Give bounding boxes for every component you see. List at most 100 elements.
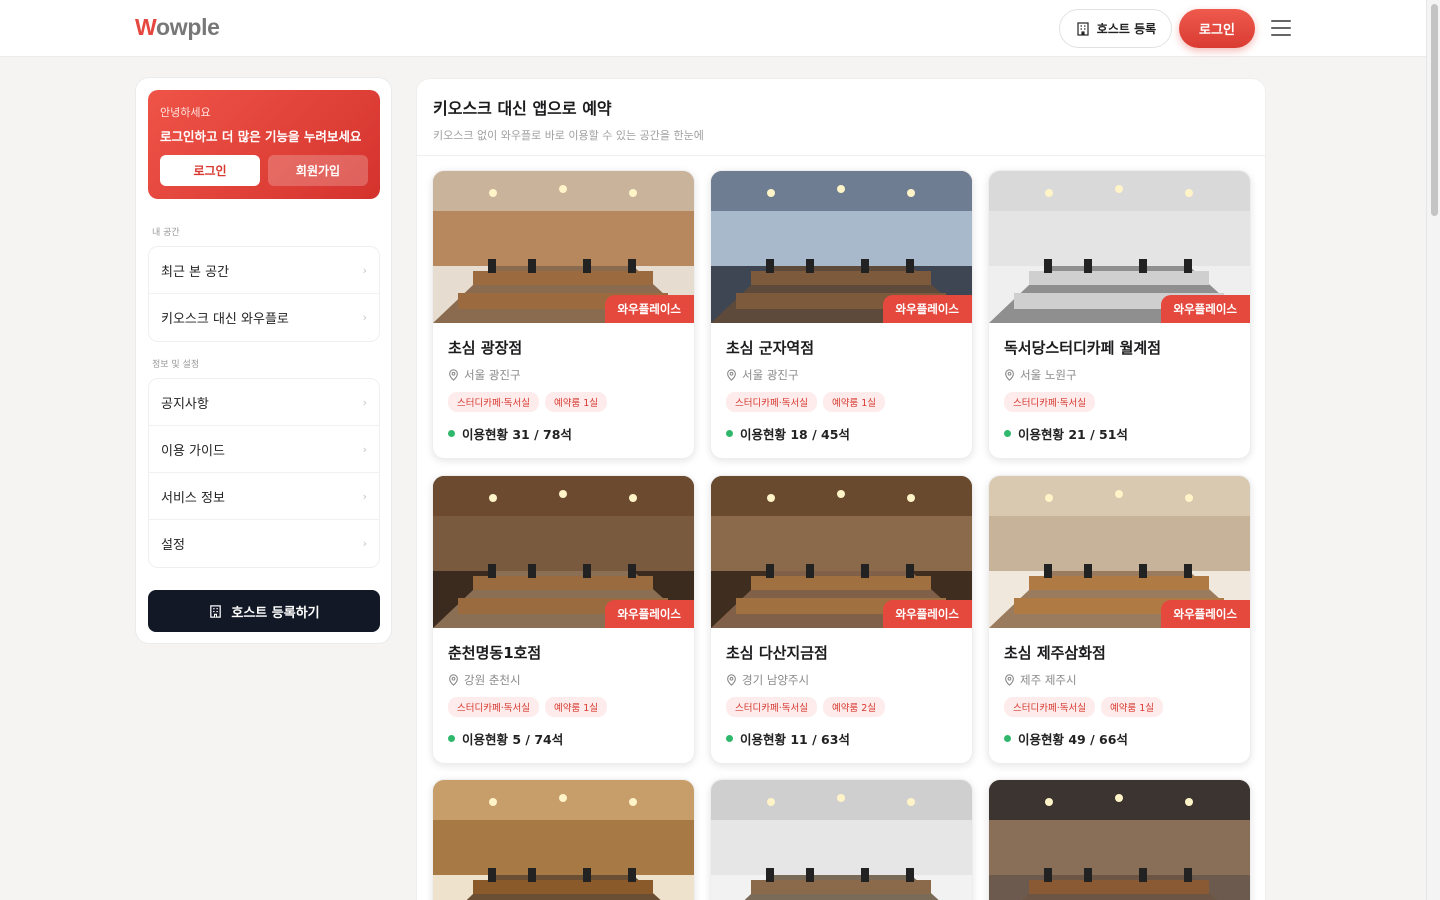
chevron-right-icon: › <box>362 489 367 503</box>
space-location: 서울 노원구 <box>1004 367 1235 383</box>
space-name: 초심 제주삼화점 <box>1004 644 1106 662</box>
page-title: 키오스크 대신 앱으로 예약 <box>433 99 612 118</box>
my-space-menu: 최근 본 공간 › 키오스크 대신 와우플로 › <box>148 246 380 342</box>
location-pin-icon <box>449 369 458 381</box>
space-photo <box>711 780 972 900</box>
space-tag: 스터디카페·독서실 <box>726 697 817 717</box>
promo-greeting: 안녕하세요 <box>160 106 211 119</box>
scroll-thumb[interactable] <box>1431 4 1438 216</box>
space-tags: 스터디카페·독서실 예약룸 1실 <box>726 392 957 412</box>
building-icon <box>1077 21 1089 36</box>
my-space-label: 내 공간 <box>152 228 180 238</box>
location-pin-icon <box>727 369 736 381</box>
space-card[interactable]: 와우플레이스 초심 다산지금점 경기 남양주시 스터디카페·독서실 예약룸 2실 … <box>710 475 973 764</box>
sidebar-item-guide[interactable]: 이용 가이드 › <box>149 426 379 473</box>
space-tags: 스터디카페·독서실 예약룸 1실 <box>448 392 679 412</box>
space-card[interactable] <box>988 779 1251 900</box>
space-location: 제주 제주시 <box>1004 672 1235 688</box>
space-photo: 와우플레이스 <box>989 476 1250 628</box>
login-button[interactable]: 로그인 <box>1179 9 1255 48</box>
status-dot-icon <box>726 735 733 742</box>
space-photo: 와우플레이스 <box>433 476 694 628</box>
sidebar-item-settings[interactable]: 설정 › <box>149 520 379 567</box>
space-name: 초심 광장점 <box>448 339 523 357</box>
chevron-right-icon: › <box>362 442 367 456</box>
space-tag: 예약룸 1실 <box>822 392 885 412</box>
chevron-right-icon: › <box>362 263 367 277</box>
space-card[interactable]: 와우플레이스 초심 군자역점 서울 광진구 스터디카페·독서실 예약룸 1실 이용… <box>710 170 973 459</box>
space-name: 독서당스터디카페 월계점 <box>1004 339 1162 357</box>
space-card[interactable] <box>710 779 973 900</box>
sidebar-item-kiosk[interactable]: 키오스크 대신 와우플로 › <box>149 294 379 341</box>
space-tag: 스터디카페·독서실 <box>726 392 817 412</box>
page-scrollbar[interactable] <box>1426 0 1440 900</box>
occupancy-status: 이용현황 11 / 63석 <box>726 729 957 748</box>
space-tags: 스터디카페·독서실 예약룸 1실 <box>448 697 679 717</box>
space-tag: 예약룸 1실 <box>544 697 607 717</box>
host-register-cta[interactable]: 호스트 등록하기 <box>148 590 380 632</box>
status-dot-icon <box>1004 735 1011 742</box>
space-tags: 스터디카페·독서실 <box>1004 392 1235 412</box>
sidebar-item-recent[interactable]: 최근 본 공간 › <box>149 247 379 294</box>
info-settings-label: 정보 및 설정 <box>152 360 200 370</box>
wowplace-badge: 와우플레이스 <box>604 295 694 323</box>
space-photo: 와우플레이스 <box>711 476 972 628</box>
hamburger-menu-icon[interactable] <box>1271 20 1291 36</box>
space-card[interactable]: 와우플레이스 독서당스터디카페 월계점 서울 노원구 스터디카페·독서실 이용현… <box>988 170 1251 459</box>
info-settings-menu: 공지사항 › 이용 가이드 › 서비스 정보 › 설정 › <box>148 378 380 568</box>
space-card[interactable] <box>432 779 695 900</box>
space-tag: 예약룸 1실 <box>544 392 607 412</box>
space-location: 서울 광진구 <box>448 367 679 383</box>
space-location: 서울 광진구 <box>726 367 957 383</box>
login-promo-banner: 안녕하세요 로그인하고 더 많은 기능을 누려보세요 로그인 회원가입 <box>148 90 380 199</box>
occupancy-status: 이용현황 18 / 45석 <box>726 424 957 443</box>
status-dot-icon <box>448 735 455 742</box>
wowplace-badge: 와우플레이스 <box>882 295 972 323</box>
location-pin-icon <box>727 674 736 686</box>
promo-login-button[interactable]: 로그인 <box>160 155 260 186</box>
chevron-right-icon: › <box>362 537 367 550</box>
chevron-right-icon: › <box>362 395 367 409</box>
building-icon <box>210 604 222 618</box>
sidebar-item-notice[interactable]: 공지사항 › <box>149 379 379 426</box>
wowple-logo[interactable]: Wowple <box>135 14 220 41</box>
status-dot-icon <box>1004 430 1011 437</box>
space-tag: 예약룸 2실 <box>822 697 885 717</box>
space-name: 초심 다산지금점 <box>726 644 828 662</box>
chevron-right-icon: › <box>362 311 367 324</box>
occupancy-status: 이용현황 31 / 78석 <box>448 424 679 443</box>
occupancy-status: 이용현황 5 / 74석 <box>448 729 679 748</box>
space-tag: 스터디카페·독서실 <box>1004 697 1095 717</box>
status-dot-icon <box>726 430 733 437</box>
space-tags: 스터디카페·독서실 예약룸 1실 <box>1004 697 1235 717</box>
sidebar-item-service-info[interactable]: 서비스 정보 › <box>149 473 379 520</box>
host-register-button[interactable]: 호스트 등록 <box>1059 9 1172 48</box>
space-photo: 와우플레이스 <box>711 171 972 323</box>
space-location: 강원 춘천시 <box>448 672 679 688</box>
space-tag: 스터디카페·독서실 <box>448 392 539 412</box>
space-tag: 스터디카페·독서실 <box>1004 392 1095 412</box>
promo-message: 로그인하고 더 많은 기능을 누려보세요 <box>160 129 362 144</box>
page-subtitle: 키오스크 없이 와우플로 바로 이용할 수 있는 공간을 한눈에 <box>433 129 704 142</box>
space-card[interactable]: 와우플레이스 초심 광장점 서울 광진구 스터디카페·독서실 예약룸 1실 이용현… <box>432 170 695 459</box>
wowplace-badge: 와우플레이스 <box>1160 295 1250 323</box>
location-pin-icon <box>1005 369 1014 381</box>
location-pin-icon <box>449 674 458 686</box>
promo-signup-button[interactable]: 회원가입 <box>268 155 368 186</box>
space-photo <box>989 780 1250 900</box>
space-card[interactable]: 와우플레이스 춘천명동1호점 강원 춘천시 스터디카페·독서실 예약룸 1실 이용… <box>432 475 695 764</box>
wowplace-badge: 와우플레이스 <box>882 600 972 628</box>
location-pin-icon <box>1005 674 1014 686</box>
space-name: 초심 군자역점 <box>726 339 815 357</box>
space-tag: 예약룸 1실 <box>1100 697 1163 717</box>
space-photo: 와우플레이스 <box>989 171 1250 323</box>
space-photo <box>433 780 694 900</box>
space-photo: 와우플레이스 <box>433 171 694 323</box>
wowplace-badge: 와우플레이스 <box>604 600 694 628</box>
space-tags: 스터디카페·독서실 예약룸 2실 <box>726 697 957 717</box>
top-header: Wowple 호스트 등록 로그인 <box>0 0 1426 57</box>
status-dot-icon <box>448 430 455 437</box>
wowplace-badge: 와우플레이스 <box>1160 600 1250 628</box>
space-location: 경기 남양주시 <box>726 672 957 688</box>
space-card[interactable]: 와우플레이스 초심 제주삼화점 제주 제주시 스터디카페·독서실 예약룸 1실 이… <box>988 475 1251 764</box>
